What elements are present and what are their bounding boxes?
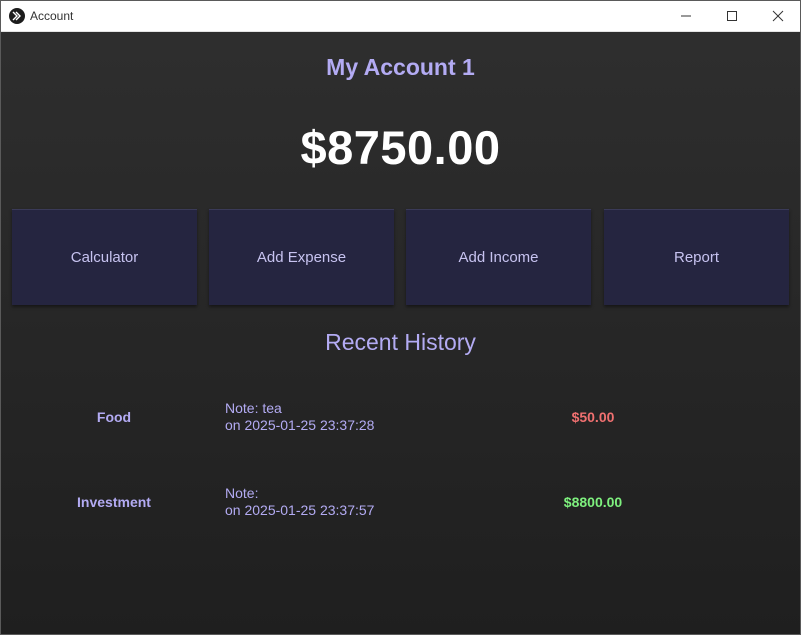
account-name: My Account 1 [326,54,475,80]
history-row: Food Note: tea on 2025-01-25 23:37:28 $5… [1,398,800,438]
calculator-button-label: Calculator [70,249,139,266]
window-title: Account [30,9,74,23]
report-button-label: Report [673,249,720,266]
recent-history-heading: Recent History [325,329,476,355]
close-button[interactable] [755,1,800,31]
calculator-button[interactable]: Calculator [12,209,197,305]
history-category: Food [96,409,132,425]
add-income-button[interactable]: Add Income [406,209,591,305]
account-balance: $8750.00 [300,121,501,174]
history-amount: $8800.00 [563,494,623,510]
app-window: Account My Account 1 $8750.00 Calculator… [0,0,801,635]
add-expense-button[interactable]: Add Expense [209,209,394,305]
history-row: Investment Note: on 2025-01-25 23:37:57 … [1,483,800,523]
maximize-icon [727,11,737,21]
close-icon [772,10,784,22]
add-income-button-label: Add Income [458,249,539,266]
kivy-logo-icon [9,8,25,24]
history-timestamp: on 2025-01-25 23:37:28 [225,417,375,433]
history-note: Note: [225,485,259,501]
history-amount: $50.00 [571,409,615,425]
maximize-button[interactable] [709,1,755,31]
history-timestamp: on 2025-01-25 23:37:57 [225,502,375,518]
history-details: Note: tea on 2025-01-25 23:37:28 [225,400,374,434]
report-button[interactable]: Report [604,209,789,305]
history-note: Note: tea [225,400,282,416]
history-category: Investment [77,494,151,510]
minimize-button[interactable] [663,1,709,31]
minimize-icon [681,15,691,17]
add-expense-button-label: Add Expense [256,249,347,266]
history-details: Note: on 2025-01-25 23:37:57 [225,485,374,519]
title-bar[interactable]: Account [1,1,800,32]
